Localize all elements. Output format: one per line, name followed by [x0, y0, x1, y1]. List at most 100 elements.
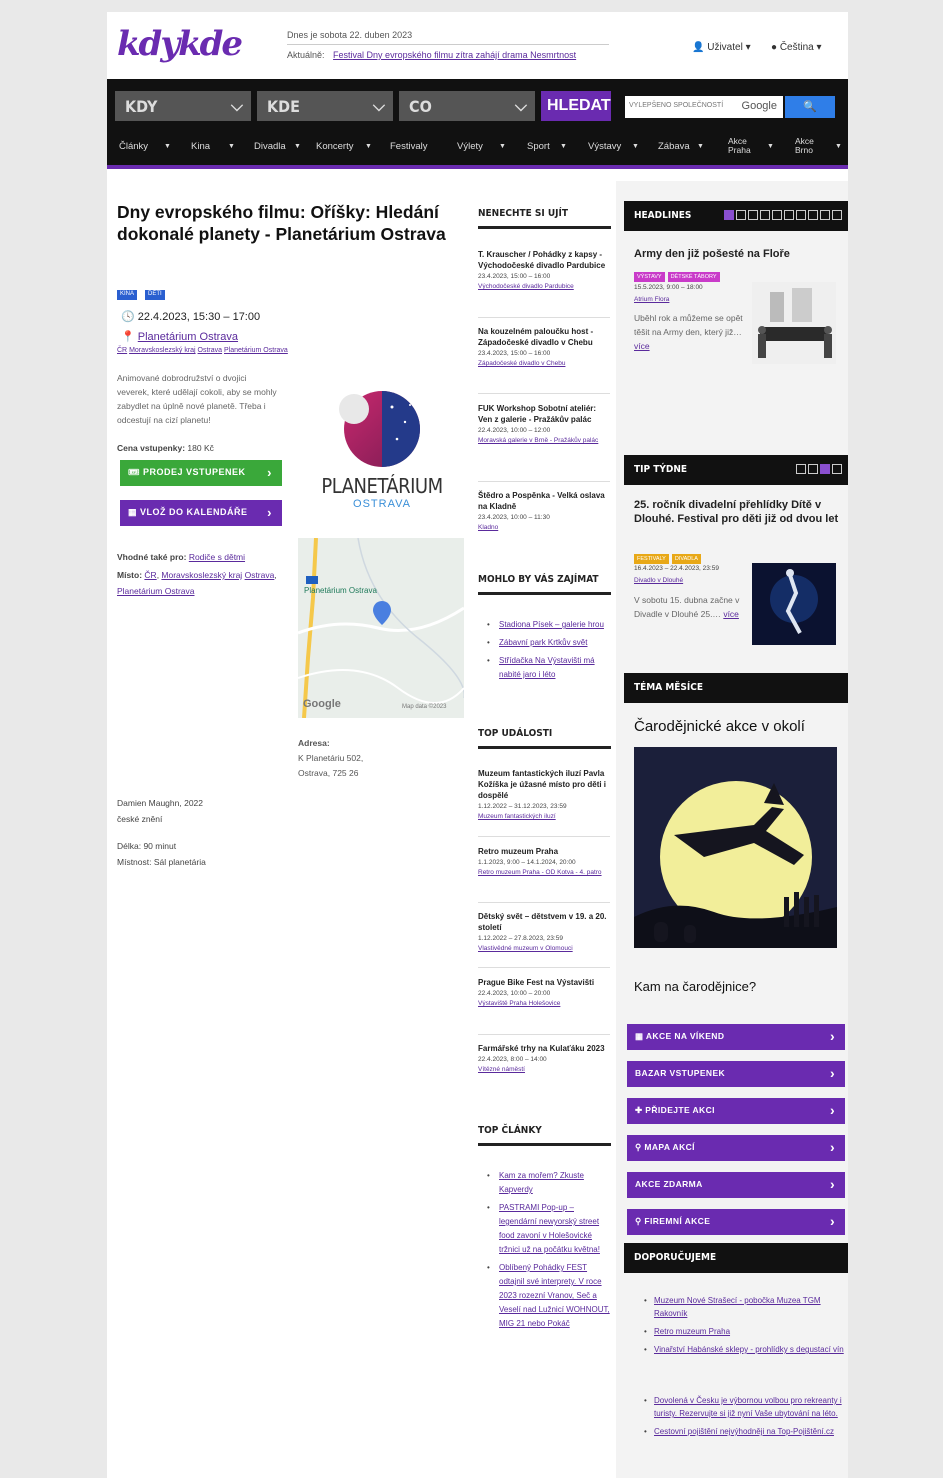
army-day-image[interactable] — [752, 282, 836, 364]
event-item-venue[interactable]: Moravská galerie v Brně - Pražákův palác — [478, 436, 610, 446]
tag-vystavy[interactable]: VÝSTAVY — [634, 272, 665, 282]
more-link[interactable]: více — [634, 341, 650, 351]
venue-map[interactable]: Planetárium Ostrava Google Map data ©202… — [298, 538, 464, 718]
list-item[interactable]: Kam za mořem? Zkuste Kapverdy — [487, 1169, 611, 1197]
list-item[interactable]: Dětský svět – dětstvem v 19. a 20. stole… — [478, 911, 610, 954]
event-item-venue[interactable]: Retro muzeum Praha - OD Kotva - 4. patro — [478, 868, 610, 878]
doporucujeme-link[interactable]: Cestovní pojištění nejvýhodněji na Top-P… — [654, 1427, 834, 1436]
google-search-input[interactable]: VYLEPŠENO SPOLEČNOSTÍ Google — [625, 96, 783, 118]
doporucujeme-link[interactable]: Retro muzeum Praha — [654, 1327, 730, 1336]
tag-deti[interactable]: DĚTI — [145, 290, 165, 300]
pager-dot[interactable] — [820, 210, 830, 220]
pager-dot[interactable] — [760, 210, 770, 220]
tag-festivaly[interactable]: FESTIVALY — [634, 554, 669, 564]
mohlo-link[interactable]: Zábavní park Krtkův svět — [499, 638, 587, 647]
kdy-select[interactable]: KDY ⌵ — [115, 91, 251, 121]
place-cr[interactable]: ČR — [144, 570, 156, 580]
tag-kina[interactable]: KINA — [117, 290, 138, 300]
venue-link[interactable]: Planetárium Ostrava — [138, 331, 238, 343]
event-item-venue[interactable]: Vlastivědné muzeum v Olomouci — [478, 944, 610, 954]
tema-question[interactable]: Kam na čarodějnice? — [634, 980, 756, 994]
list-item[interactable]: Farmářské trhy na Kulaťáku 2023 22.4.202… — [478, 1043, 610, 1075]
pager-dot[interactable] — [820, 464, 830, 474]
language-menu[interactable]: ● Čeština ▾ — [771, 42, 822, 53]
tag-detske-tabory[interactable]: DĚTSKÉ TÁBORY — [667, 272, 720, 282]
list-item[interactable]: Střídačka Na Výstavišti má nabité jaro i… — [487, 654, 611, 682]
pager-dot[interactable] — [784, 210, 794, 220]
pager-dot[interactable] — [772, 210, 782, 220]
list-item[interactable]: FUK Workshop Sobotní ateliér: Ven z gale… — [478, 403, 610, 446]
pager-dot[interactable] — [736, 210, 746, 220]
nav-vylety[interactable]: Výlety — [457, 141, 483, 152]
list-item[interactable]: Dovolená v Česku je výbornou volbou pro … — [644, 1394, 844, 1420]
co-select[interactable]: CO ⌵ — [399, 91, 535, 121]
suitable-link[interactable]: Rodiče s dětmi — [189, 552, 245, 562]
tip-venue[interactable]: Divadlo v Dlouhé — [634, 577, 683, 584]
event-item-venue[interactable]: Vítězné náměstí — [478, 1065, 610, 1075]
user-menu[interactable]: 👤 Uživatel ▾ — [692, 42, 751, 53]
doporucujeme-link[interactable]: Dovolená v Česku je výbornou volbou pro … — [654, 1396, 842, 1418]
list-item[interactable]: Stadiona Písek – galerie hrou — [487, 618, 611, 632]
mohlo-link[interactable]: Stadiona Písek – galerie hrou — [499, 620, 604, 629]
promo-akce-vikend[interactable]: ▦ AKCE NA VÍKEND › — [627, 1024, 845, 1050]
search-submit-button[interactable]: HLEDAT — [541, 91, 611, 121]
nav-sport[interactable]: Sport — [527, 141, 550, 152]
tip-headline[interactable]: 25. ročník divadelní přehlídky Dítě v Dl… — [634, 498, 839, 526]
tip-image[interactable] — [752, 563, 836, 645]
kde-select[interactable]: KDE ⌵ — [257, 91, 393, 121]
crumb-cr[interactable]: ČR — [117, 347, 127, 354]
pager-dot[interactable] — [832, 464, 842, 474]
place-kraj[interactable]: Moravskoslezský kraj — [161, 570, 242, 580]
event-item-venue[interactable]: Muzeum fantastických iluzí — [478, 812, 610, 822]
more-link[interactable]: více — [723, 609, 739, 619]
list-item[interactable]: Vinařství Habánské sklepy - prohlídky s … — [644, 1343, 844, 1356]
headline-title[interactable]: Army den již pošesté na Floře — [634, 247, 839, 261]
clanky-link[interactable]: Oblíbený Pohádky FEST odtajnil své inter… — [499, 1263, 610, 1328]
mohlo-link[interactable]: Střídačka Na Výstavišti má nabité jaro i… — [499, 656, 595, 679]
pager-dot[interactable] — [808, 210, 818, 220]
place-ostrava[interactable]: Ostrava — [245, 570, 275, 580]
pager-dot[interactable] — [832, 210, 842, 220]
promo-mapa[interactable]: ⚲ MAPA AKCÍ › — [627, 1135, 845, 1161]
list-item[interactable]: Retro muzeum Praha 1.1.2023, 9:00 – 14.1… — [478, 846, 610, 878]
event-item-venue[interactable]: Západočeské divadlo v Chebu — [478, 359, 610, 369]
tema-headline[interactable]: Čarodějnické akce v okolí — [634, 719, 844, 734]
search-icon[interactable]: 🔍 — [785, 96, 835, 118]
promo-bazar[interactable]: BAZAR VSTUPENEK › — [627, 1061, 845, 1087]
event-item-venue[interactable]: Výstaviště Praha Holešovice — [478, 999, 610, 1009]
clanky-link[interactable]: Kam za mořem? Zkuste Kapverdy — [499, 1171, 584, 1194]
doporucujeme-link[interactable]: Vinařství Habánské sklepy - prohlídky s … — [654, 1345, 844, 1354]
headline-venue[interactable]: Atrium Flora — [634, 296, 669, 303]
promo-firemni[interactable]: ⚲ FIREMNÍ AKCE › — [627, 1209, 845, 1235]
promo-pridejte[interactable]: ✚ PŘIDEJTE AKCI › — [627, 1098, 845, 1124]
nav-divadla[interactable]: Divadla — [254, 141, 286, 152]
nav-akce-brno[interactable]: Akce Brno — [795, 137, 814, 155]
doporucujeme-link[interactable]: Muzeum Nové Strašecí - pobočka Muzea TGM… — [654, 1296, 821, 1318]
pager-dot[interactable] — [796, 464, 806, 474]
list-item[interactable]: Na kouzelném paloučku host - Západočeské… — [478, 326, 610, 369]
nav-kina[interactable]: Kina — [191, 141, 210, 152]
list-item[interactable]: Cestovní pojištění nejvýhodněji na Top-P… — [644, 1425, 844, 1438]
pager-dot[interactable] — [748, 210, 758, 220]
nav-koncerty[interactable]: Koncerty — [316, 141, 354, 152]
pager-dot[interactable] — [724, 210, 734, 220]
nav-vystavy[interactable]: Výstavy — [588, 141, 621, 152]
list-item[interactable]: Prague Bike Fest na Výstavišti 22.4.2023… — [478, 977, 610, 1009]
list-item[interactable]: PASTRAMI Pop-up – legendární newyorský s… — [487, 1201, 611, 1257]
crumb-kraj[interactable]: Moravskoslezský kraj — [129, 347, 196, 354]
tag-divadla[interactable]: DIVADLA — [671, 554, 701, 564]
list-item[interactable]: Muzeum fantastických iluzí Pavla Kožíška… — [478, 768, 610, 822]
event-item-venue[interactable]: Východočeské divadlo Pardubice — [478, 282, 610, 292]
current-news-link[interactable]: Festival Dny evropského filmu zítra zahá… — [333, 50, 576, 60]
list-item[interactable]: Oblíbený Pohádky FEST odtajnil své inter… — [487, 1261, 611, 1331]
list-item[interactable]: Retro muzeum Praha — [644, 1325, 844, 1338]
list-item[interactable]: Štědro a Pospěnka - Velká oslava na Klad… — [478, 490, 610, 533]
promo-zdarma[interactable]: AKCE ZDARMA › — [627, 1172, 845, 1198]
pager-dot[interactable] — [808, 464, 818, 474]
clanky-link[interactable]: PASTRAMI Pop-up – legendární newyorský s… — [499, 1203, 600, 1254]
pager-dot[interactable] — [796, 210, 806, 220]
nav-clanky[interactable]: Články — [119, 141, 148, 152]
list-item[interactable]: Zábavní park Krtkův svět — [487, 636, 611, 650]
add-to-calendar-button[interactable]: ▦ VLOŽ DO KALENDÁŘE › — [120, 500, 282, 526]
list-item[interactable]: T. Krauscher / Pohádky z kapsy - Východo… — [478, 249, 610, 292]
